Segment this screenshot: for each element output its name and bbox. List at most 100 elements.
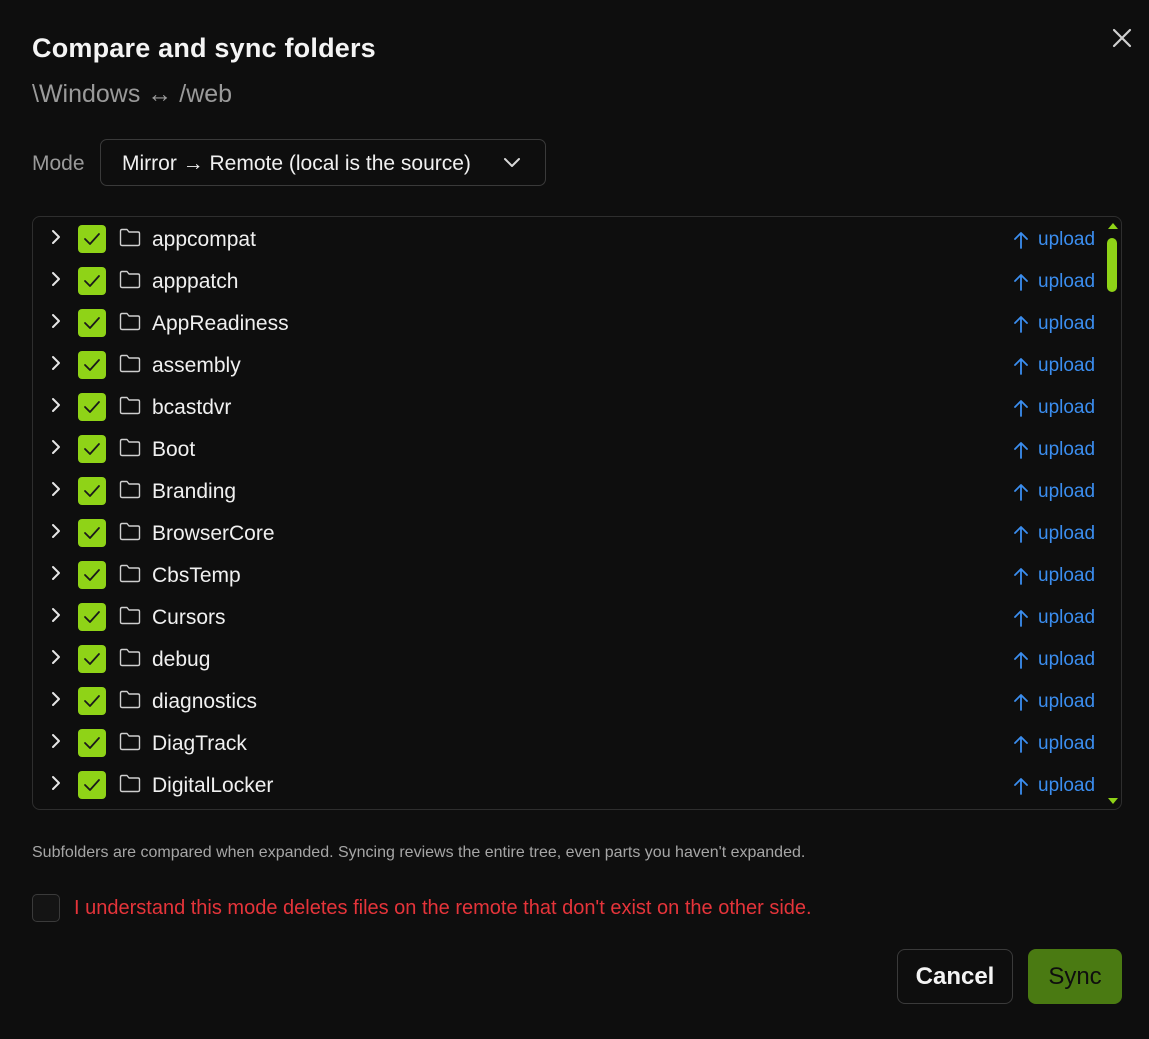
row-checkbox[interactable]: [78, 771, 106, 799]
row-checkbox[interactable]: [78, 687, 106, 715]
upload-action[interactable]: upload: [1011, 355, 1101, 377]
tree-row[interactable]: BrowserCore upload: [33, 512, 1103, 554]
tree-row[interactable]: diagnostics upload: [33, 680, 1103, 722]
folder-tree: appcompat upload apppatch upload AppReadines…: [32, 216, 1122, 810]
folder-name: diagnostics: [152, 690, 258, 713]
row-checkbox[interactable]: [78, 267, 106, 295]
tree-row[interactable]: debug upload: [33, 638, 1103, 680]
upload-action[interactable]: upload: [1011, 649, 1101, 671]
chevron-right-icon[interactable]: [47, 311, 65, 331]
upload-action[interactable]: upload: [1011, 313, 1101, 335]
folder-icon: [119, 564, 141, 583]
chevron-right-icon[interactable]: [47, 731, 65, 751]
mode-select[interactable]: Mirror → Remote (local is the source): [100, 139, 546, 186]
row-checkbox[interactable]: [78, 393, 106, 421]
row-checkbox[interactable]: [78, 519, 106, 547]
upload-action-label: upload: [1038, 733, 1096, 754]
chevron-right-icon[interactable]: [47, 773, 65, 793]
upload-action-label: upload: [1038, 607, 1096, 628]
tree-row[interactable]: AppReadiness upload: [33, 302, 1103, 344]
upload-action-label: upload: [1038, 775, 1096, 796]
row-checkbox[interactable]: [78, 435, 106, 463]
folder-name: bcastdvr: [152, 396, 232, 419]
tree-row[interactable]: DiagTrack upload: [33, 722, 1103, 764]
folder-icon: [119, 354, 141, 373]
dialog-title: Compare and sync folders: [32, 33, 376, 63]
chevron-right-icon[interactable]: [47, 647, 65, 667]
chevron-right-icon[interactable]: [47, 395, 65, 415]
chevron-right-icon[interactable]: [47, 689, 65, 709]
close-icon[interactable]: [1108, 24, 1136, 52]
upload-action[interactable]: upload: [1011, 397, 1101, 419]
upload-action[interactable]: upload: [1011, 565, 1101, 587]
tree-row[interactable]: Cursors upload: [33, 596, 1103, 638]
row-checkbox[interactable]: [78, 225, 106, 253]
folder-icon: [119, 438, 141, 457]
scroll-down-arrow-icon[interactable]: [1108, 798, 1118, 804]
row-checkbox[interactable]: [78, 603, 106, 631]
folder-icon: [119, 606, 141, 625]
confirm-checkbox[interactable]: [32, 894, 60, 922]
folder-name: Branding: [152, 480, 237, 503]
chevron-right-icon[interactable]: [47, 437, 65, 457]
row-checkbox[interactable]: [78, 351, 106, 379]
row-checkbox[interactable]: [78, 729, 106, 757]
upload-action[interactable]: upload: [1011, 229, 1101, 251]
folder-icon: [119, 732, 141, 751]
tree-row[interactable]: bcastdvr upload: [33, 386, 1103, 428]
folder-name: DigitalLocker: [152, 774, 274, 797]
upload-action[interactable]: upload: [1011, 775, 1101, 797]
folder-icon: [119, 480, 141, 499]
chevron-right-icon[interactable]: [47, 479, 65, 499]
scroll-up-arrow-icon[interactable]: [1108, 223, 1118, 229]
folder-name: CbsTemp: [152, 564, 241, 587]
cancel-button[interactable]: Cancel: [897, 949, 1013, 1004]
folder-icon: [119, 648, 141, 667]
chevron-down-icon: [501, 152, 523, 174]
folder-icon: [119, 774, 141, 793]
tree-row[interactable]: Branding upload: [33, 470, 1103, 512]
dialog-subtitle: \Windows ↔ /web: [32, 80, 233, 108]
chevron-right-icon[interactable]: [47, 353, 65, 373]
upload-action-label: upload: [1038, 481, 1096, 502]
tree-row[interactable]: Boot upload: [33, 428, 1103, 470]
row-checkbox[interactable]: [78, 561, 106, 589]
mode-label: Mode: [32, 152, 85, 175]
upload-action[interactable]: upload: [1011, 439, 1101, 461]
upload-action-label: upload: [1038, 649, 1096, 670]
sync-dialog: Compare and sync folders \Windows ↔ /web…: [0, 0, 1149, 1039]
upload-action-label: upload: [1038, 397, 1096, 418]
tree-row[interactable]: DigitalLocker upload: [33, 764, 1103, 806]
chevron-right-icon[interactable]: [47, 605, 65, 625]
folder-icon: [119, 312, 141, 331]
tree-row[interactable]: assembly upload: [33, 344, 1103, 386]
sync-button[interactable]: Sync: [1028, 949, 1122, 1004]
folder-name: Cursors: [152, 606, 226, 629]
upload-action-label: upload: [1038, 439, 1096, 460]
row-checkbox[interactable]: [78, 645, 106, 673]
row-checkbox[interactable]: [78, 309, 106, 337]
upload-action[interactable]: upload: [1011, 271, 1101, 293]
row-checkbox[interactable]: [78, 477, 106, 505]
tree-row[interactable]: CbsTemp upload: [33, 554, 1103, 596]
folder-name: AppReadiness: [152, 312, 289, 335]
tree-scrollbar[interactable]: [1105, 217, 1121, 809]
upload-action-label: upload: [1038, 229, 1096, 250]
upload-action[interactable]: upload: [1011, 607, 1101, 629]
upload-action[interactable]: upload: [1011, 733, 1101, 755]
chevron-right-icon[interactable]: [47, 521, 65, 541]
scrollbar-thumb[interactable]: [1107, 238, 1117, 292]
tree-row[interactable]: apppatch upload: [33, 260, 1103, 302]
upload-action-label: upload: [1038, 313, 1096, 334]
chevron-right-icon[interactable]: [47, 563, 65, 583]
confirm-label[interactable]: I understand this mode deletes files on …: [74, 897, 812, 920]
tree-row[interactable]: appcompat upload: [33, 218, 1103, 260]
upload-action[interactable]: upload: [1011, 481, 1101, 503]
upload-action[interactable]: upload: [1011, 523, 1101, 545]
chevron-right-icon[interactable]: [47, 227, 65, 247]
folder-icon: [119, 270, 141, 289]
folder-icon: [119, 690, 141, 709]
upload-action[interactable]: upload: [1011, 691, 1101, 713]
chevron-right-icon[interactable]: [47, 269, 65, 289]
mode-selected-value: Mirror → Remote (local is the source): [122, 152, 471, 175]
